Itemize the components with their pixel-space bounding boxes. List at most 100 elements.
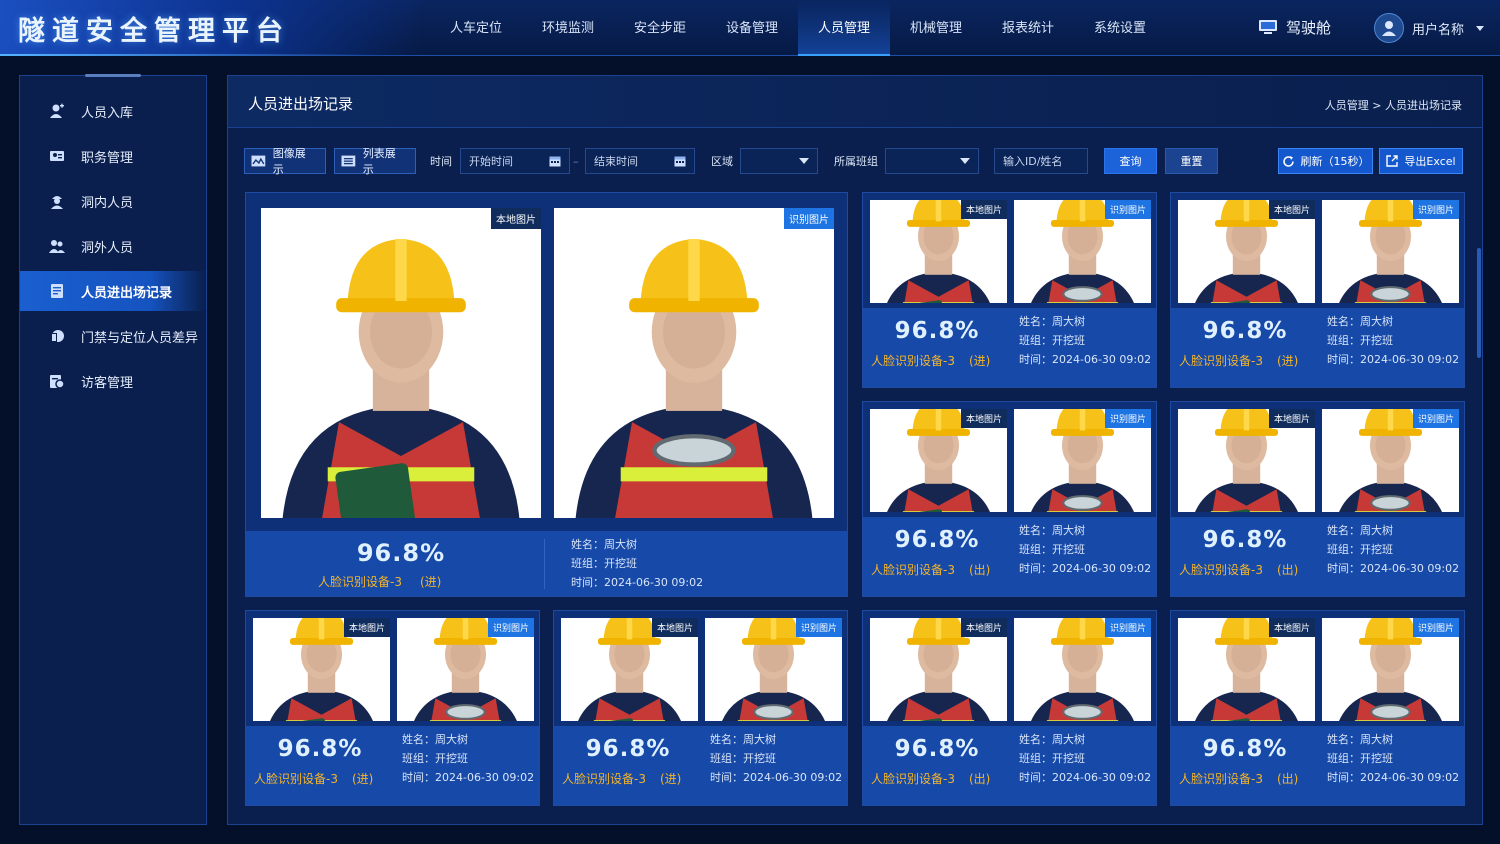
- recognized-photo[interactable]: 识别图片: [1014, 409, 1151, 512]
- record-meta: 姓名：周大树 班组：开挖班 时间：2024-06-30 09:02: [1019, 312, 1151, 369]
- match-score: 96.8%: [1202, 318, 1288, 344]
- sidebar-item-positions[interactable]: 职务管理: [20, 136, 206, 176]
- sidebar-item-visitors[interactable]: 访客管理: [20, 361, 206, 401]
- sidebar-item-access-difference[interactable]: 门禁与定位人员差异: [20, 316, 206, 356]
- worker-team: 班组：开挖班: [1327, 752, 1393, 765]
- export-label: 导出Excel: [1404, 155, 1456, 168]
- record-meta: 姓名：周大树 班组：开挖班 时间：2024-06-30 09:02: [1327, 312, 1459, 369]
- device-label: 人脸识别设备-3: [1179, 563, 1263, 577]
- recognized-photo[interactable]: 识别图片: [1014, 618, 1151, 721]
- user-menu[interactable]: 用户名称: [1374, 13, 1485, 43]
- recognized-photo[interactable]: 识别图片: [1322, 409, 1459, 512]
- start-time-field[interactable]: 开始时间: [460, 148, 570, 174]
- recognized-photo-tag: 识别图片: [487, 618, 534, 637]
- record-card[interactable]: 本地图片 识别图片 96.8% 人脸识别设备-3 (进) 姓名：周大树 班组：开挖班 时间：2…: [553, 610, 848, 806]
- export-icon: [1386, 155, 1399, 167]
- team-select[interactable]: [885, 148, 979, 174]
- area-select[interactable]: [740, 148, 818, 174]
- nav-item-environment[interactable]: 环境监测: [522, 0, 614, 56]
- record-time: 时间：2024-06-30 09:02: [402, 771, 535, 784]
- local-photo[interactable]: 本地图片: [1178, 200, 1315, 303]
- record-card[interactable]: 本地图片 识别图片 96.8% 人脸识别设备-3 (出) 姓名：周大树 班组：开挖班 时间：2…: [1170, 401, 1465, 597]
- sidebar-item-entry-exit-records[interactable]: 人员进出场记录: [20, 271, 206, 311]
- worker-team: 班组：开挖班: [571, 557, 637, 570]
- sidebar-item-label: 门禁与定位人员差异: [81, 330, 199, 346]
- image-view-label: 图像展示: [272, 147, 306, 176]
- local-photo[interactable]: 本地图片: [261, 208, 541, 518]
- record-card[interactable]: 本地图片 识别图片 96.8% 人脸识别设备-3 (进) 姓名：周大树 班组：开挖班 时间：2…: [1170, 192, 1465, 388]
- device-name: 人脸识别设备-3 (进): [254, 770, 373, 787]
- refresh-label: 刷新（15秒）: [1300, 155, 1370, 168]
- nav-item-settings[interactable]: 系统设置: [1074, 0, 1166, 56]
- match-score: 96.8%: [356, 539, 446, 567]
- record-time: 时间：2024-06-30 09:02: [1327, 353, 1460, 366]
- match-score: 96.8%: [894, 736, 980, 762]
- local-photo[interactable]: 本地图片: [561, 618, 698, 721]
- calendar-icon: [549, 156, 561, 167]
- recognized-photo-tag: 识别图片: [795, 618, 842, 637]
- search-input[interactable]: 输入ID/姓名: [994, 148, 1088, 174]
- record-card[interactable]: 本地图片 识别图片 96.8% 人脸识别设备-3 (进) 姓名：周大树 班组：开挖班 时间：2…: [862, 192, 1157, 388]
- refresh-button[interactable]: 刷新（15秒）: [1278, 148, 1373, 174]
- device-name: 人脸识别设备-3 (出): [1179, 561, 1298, 578]
- nav-item-equipment[interactable]: 设备管理: [706, 0, 798, 56]
- reset-button[interactable]: 重置: [1165, 148, 1218, 174]
- breadcrumb[interactable]: 人员管理 > 人员进出场记录: [1325, 97, 1462, 113]
- local-photo[interactable]: 本地图片: [870, 409, 1007, 512]
- recognized-photo[interactable]: 识别图片: [1014, 200, 1151, 303]
- list-view-button[interactable]: 列表展示: [334, 147, 416, 176]
- device-name: 人脸识别设备-3 (进): [318, 573, 441, 590]
- worker-team: 班组：开挖班: [1019, 752, 1085, 765]
- record-card[interactable]: 本地图片 识别图片 96.8% 人脸识别设备-3 (出) 姓名：周大树 班组：开挖班 时间：2…: [862, 610, 1157, 806]
- worker-team: 班组：开挖班: [1327, 334, 1393, 347]
- recognized-photo[interactable]: 识别图片: [705, 618, 842, 721]
- device-label: 人脸识别设备-3: [871, 354, 955, 368]
- end-time-field[interactable]: 结束时间: [585, 148, 695, 174]
- sidebar-item-label: 人员进出场记录: [81, 285, 173, 301]
- start-time-placeholder: 开始时间: [469, 155, 513, 168]
- cockpit-button[interactable]: 驾驶舱: [1258, 17, 1331, 38]
- cockpit-label: 驾驶舱: [1286, 19, 1332, 37]
- local-photo[interactable]: 本地图片: [870, 200, 1007, 303]
- device-label: 人脸识别设备-3: [318, 575, 402, 589]
- record-card[interactable]: 本地图片 识别图片 96.8% 人脸识别设备-3 (出) 姓名：周大树 班组：开挖班 时间：2…: [862, 401, 1157, 597]
- direction-label: (进): [1276, 354, 1299, 368]
- match-score: 96.8%: [277, 736, 363, 762]
- sidebar-item-inside-tunnel[interactable]: 洞内人员: [20, 181, 206, 221]
- nav-item-reports[interactable]: 报表统计: [982, 0, 1074, 56]
- record-time: 时间：2024-06-30 09:02: [1327, 562, 1460, 575]
- local-photo-tag: 本地图片: [960, 618, 1007, 637]
- scrollbar[interactable]: [1477, 248, 1481, 358]
- nav-item-safety-distance[interactable]: 安全步距: [614, 0, 706, 56]
- sidebar-item-personnel-entry[interactable]: 人员入库: [20, 91, 206, 131]
- local-photo[interactable]: 本地图片: [1178, 409, 1315, 512]
- nav-item-personnel[interactable]: 人员管理: [798, 0, 890, 56]
- recognized-photo[interactable]: 识别图片: [1322, 618, 1459, 721]
- local-photo[interactable]: 本地图片: [253, 618, 390, 721]
- record-card[interactable]: 本地图片 识别图片 96.8% 人脸识别设备-3 (进) 姓名：周大树 班组：开挖班 时间：2…: [245, 610, 540, 806]
- user-add-icon: [50, 103, 64, 118]
- recognized-photo[interactable]: 识别图片: [1322, 200, 1459, 303]
- top-header: 隧道安全管理平台 人车定位 环境监测 安全步距 设备管理 人员管理 机械管理 报…: [0, 0, 1500, 56]
- recognized-photo[interactable]: 识别图片: [554, 208, 834, 518]
- sidebar-item-label: 访客管理: [81, 375, 134, 391]
- worker-name: 姓名：周大树: [1327, 733, 1393, 746]
- user-name: 用户名称: [1412, 22, 1465, 38]
- image-view-button[interactable]: 图像展示: [244, 147, 326, 176]
- worker-photo-recognized: [554, 208, 834, 518]
- sidebar-item-outside-tunnel[interactable]: 洞外人员: [20, 226, 206, 266]
- query-button[interactable]: 查询: [1104, 148, 1157, 174]
- record-card[interactable]: 本地图片 识别图片 96.8% 人脸识别设备-3 (进) 姓名：周大树 班组：开挖班 时间：2…: [245, 192, 848, 597]
- export-excel-button[interactable]: 导出Excel: [1379, 148, 1463, 174]
- local-photo[interactable]: 本地图片: [1178, 618, 1315, 721]
- local-photo-tag: 本地图片: [343, 618, 390, 637]
- local-photo[interactable]: 本地图片: [870, 618, 1007, 721]
- dropdown-arrow-icon: [799, 158, 809, 164]
- filter-toolbar: 图像展示 列表展示 时间 开始时间 – 结束时间 区域 所属班组 输入ID/姓名…: [244, 147, 1466, 176]
- worker-team: 班组：开挖班: [402, 752, 468, 765]
- nav-item-vehicle-location[interactable]: 人车定位: [430, 0, 522, 56]
- record-card[interactable]: 本地图片 识别图片 96.8% 人脸识别设备-3 (出) 姓名：周大树 班组：开挖班 时间：2…: [1170, 610, 1465, 806]
- panel-header: 人员进出场记录 人员管理 > 人员进出场记录: [228, 76, 1482, 128]
- recognized-photo[interactable]: 识别图片: [397, 618, 534, 721]
- nav-item-machinery[interactable]: 机械管理: [890, 0, 982, 56]
